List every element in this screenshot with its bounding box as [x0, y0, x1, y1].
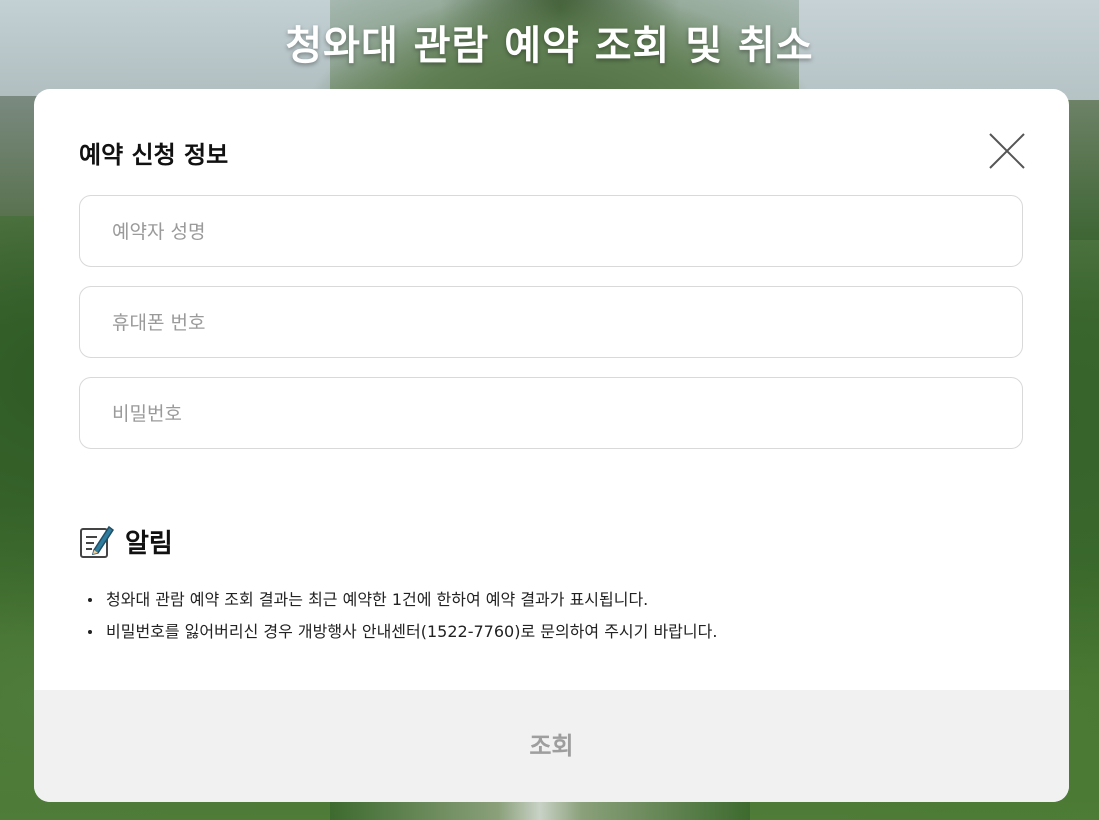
lookup-submit-button[interactable]: 조회	[34, 690, 1069, 802]
notice-header: 알림	[79, 521, 173, 561]
background-building	[330, 800, 750, 820]
memo-pencil-icon	[80, 525, 115, 558]
phone-input[interactable]	[110, 287, 994, 359]
close-x-icon	[989, 133, 1025, 169]
phone-field-box	[79, 286, 1023, 359]
page-title: 청와대 관람 예약 조회 및 취소	[285, 23, 814, 69]
name-field-box	[79, 195, 1023, 268]
name-input[interactable]	[110, 196, 994, 268]
notice-item: 비밀번호를 잃어버리신 경우 개방행사 안내센터(1522-7760)로 문의하…	[86, 616, 717, 648]
reservation-lookup-modal: 예약 신청 정보 알림 청와대 관람 예약 조회 결과는 최근 예약한 1건에 …	[34, 89, 1069, 802]
password-input[interactable]	[110, 378, 994, 450]
notice-title: 알림	[125, 528, 173, 559]
password-field-box	[79, 377, 1023, 450]
notice-list: 청와대 관람 예약 조회 결과는 최근 예약한 1건에 한하여 예약 결과가 표…	[86, 584, 717, 648]
modal-title: 예약 신청 정보	[79, 141, 229, 169]
close-button[interactable]	[987, 131, 1027, 171]
notice-item: 청와대 관람 예약 조회 결과는 최근 예약한 1건에 한하여 예약 결과가 표…	[86, 584, 717, 616]
